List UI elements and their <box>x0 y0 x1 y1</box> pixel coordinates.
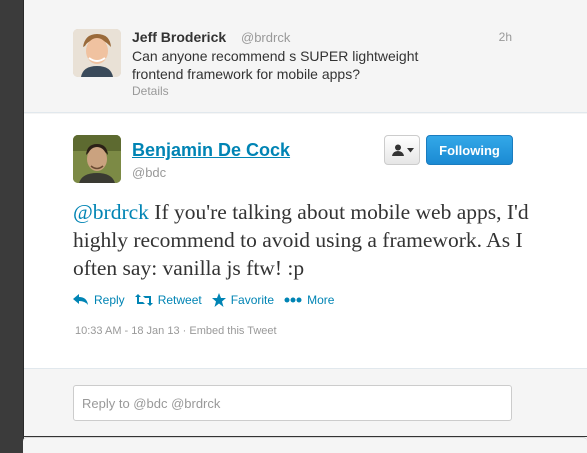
tweet-actions: Reply Retweet Favorite More <box>73 292 344 308</box>
main-tweet: Benjamin De Cock @bdc Following @brdrck … <box>24 114 587 369</box>
parent-tweet-text: Can anyone recommend s SUPER lightweight… <box>132 48 419 82</box>
parent-screenname[interactable]: @brdrck <box>241 30 290 45</box>
favorite-label: Favorite <box>230 293 275 307</box>
author-fullname[interactable]: Benjamin De Cock <box>132 140 290 161</box>
embed-tweet-link[interactable]: Embed this Tweet <box>189 325 276 337</box>
parent-fullname[interactable]: Jeff Broderick <box>132 29 226 45</box>
star-icon <box>211 293 226 307</box>
meta-separator: · <box>179 325 190 337</box>
tweet-meta: 10:33 AM - 18 Jan 13 · Embed this Tweet <box>75 325 277 337</box>
retweet-action[interactable]: Retweet <box>134 293 202 307</box>
more-action[interactable]: More <box>284 293 334 307</box>
tweet-text: @brdrck If you're talking about mobile w… <box>73 198 543 282</box>
avatar[interactable] <box>73 29 121 77</box>
user-actions-dropdown[interactable] <box>384 135 420 165</box>
more-label: More <box>307 293 335 307</box>
reply-input[interactable]: Reply to @bdc @brdrck <box>73 385 512 421</box>
reply-label: Reply <box>94 293 125 307</box>
more-dots-icon <box>284 297 302 303</box>
mention-link[interactable]: @brdrck <box>73 200 149 224</box>
tweet-permalink-card: Jeff Broderick @brdrck 2h Can anyone rec… <box>23 0 587 453</box>
avatar[interactable] <box>73 135 121 183</box>
reply-action[interactable]: Reply <box>73 293 125 307</box>
author-screenname[interactable]: @bdc <box>132 165 166 180</box>
tweet-timestamp[interactable]: 10:33 AM - 18 Jan 13 <box>75 325 180 337</box>
following-button[interactable]: Following <box>426 135 513 165</box>
caret-down-icon <box>406 147 414 152</box>
user-icon <box>391 144 404 156</box>
retweet-label: Retweet <box>157 293 202 307</box>
favorite-action[interactable]: Favorite <box>211 293 275 307</box>
retweet-icon <box>134 294 153 306</box>
parent-timestamp[interactable]: 2h <box>499 30 512 44</box>
next-tweet-card <box>23 437 587 453</box>
reply-area: Reply to @bdc @brdrck <box>24 370 587 440</box>
details-link[interactable]: Details <box>132 84 169 98</box>
parent-tweet[interactable]: Jeff Broderick @brdrck 2h Can anyone rec… <box>24 0 587 113</box>
reply-icon <box>73 294 88 305</box>
